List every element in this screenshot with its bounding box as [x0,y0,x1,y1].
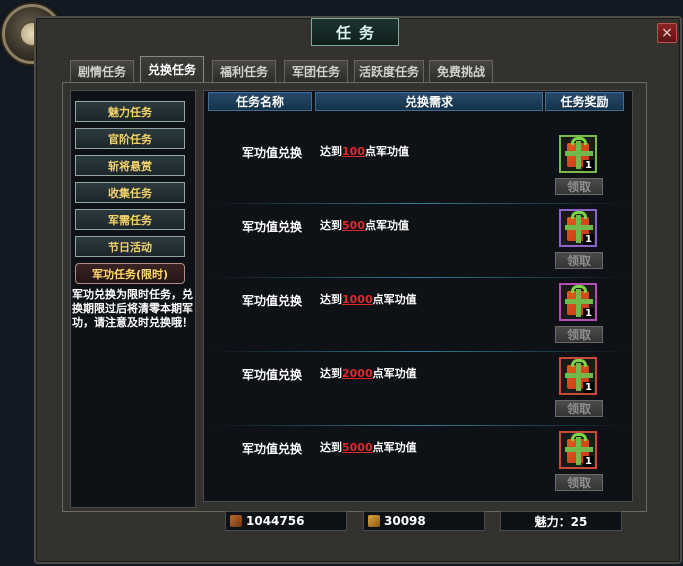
row-divider [210,351,628,352]
claim-button[interactable]: 领取 [555,178,603,195]
required-value: 5000 [342,441,373,454]
gift-box-icon[interactable]: 1 [559,357,597,395]
row-task-name: 军功值兑换 [241,368,302,382]
row-requirement: 达到500点军功值 [320,219,409,232]
reward-quantity: 1 [583,456,594,467]
merit-points-value: 1044756 [246,514,305,528]
row-task-name: 军功值兑换 [241,442,302,456]
reward-quantity: 1 [583,160,594,171]
gift-box-icon[interactable]: 1 [559,209,597,247]
gold-value: 30098 [384,514,426,528]
reward-quantity: 1 [583,308,594,319]
claim-button[interactable]: 领取 [555,400,603,417]
sidebar-item-bounty[interactable]: 斩将悬赏 [75,155,185,176]
row-task-name: 军功值兑换 [241,146,302,160]
row-requirement: 达到2000点军功值 [320,367,417,380]
tab-story[interactable]: 剧情任务 [70,60,134,82]
merit-points-display: 1044756 [225,511,347,531]
claim-button[interactable]: 领取 [555,474,603,491]
required-value: 100 [342,145,365,158]
tab-legion[interactable]: 军团任务 [284,60,348,82]
sidebar-item-rank[interactable]: 官阶任务 [75,128,185,149]
row-task-name: 军功值兑换 [241,294,302,308]
charm-value: 魅力：25 [534,514,588,529]
sidebar-item-merit-limited[interactable]: 军功任务(限时) [75,263,185,284]
row-divider [210,425,628,426]
charm-display: 魅力：25 [500,511,622,531]
claim-button[interactable]: 领取 [555,252,603,269]
merit-description: 军功兑换为限时任务，兑换期限过后将清零本期军功，请注意及时兑换哦！ [72,288,193,329]
reward-quantity: 1 [583,234,594,245]
sidebar-item-charm[interactable]: 魅力任务 [75,101,185,122]
header-task-name: 任务名称 [208,92,312,111]
tab-free-challenge[interactable]: 免费挑战 [429,60,493,82]
required-value: 2000 [342,367,373,380]
row-task-name: 军功值兑换 [241,220,302,234]
tab-welfare[interactable]: 福利任务 [212,60,276,82]
gift-box-icon[interactable]: 1 [559,135,597,173]
gold-ingot-icon [368,515,380,527]
reward-quantity: 1 [583,382,594,393]
row-requirement: 达到5000点军功值 [320,441,417,454]
tab-activity[interactable]: 活跃度任务 [354,60,424,82]
close-button[interactable]: × [657,23,677,43]
window-title: 任务 [311,18,399,46]
header-reward: 任务奖励 [545,92,624,111]
sidebar-item-supply[interactable]: 军需任务 [75,209,185,230]
gift-box-icon[interactable]: 1 [559,431,597,469]
row-requirement: 达到100点军功值 [320,145,409,158]
row-divider [210,203,628,204]
required-value: 500 [342,219,365,232]
tab-exchange[interactable]: 兑换任务 [140,56,204,82]
required-value: 1000 [342,293,373,306]
sidebar-item-collect[interactable]: 收集任务 [75,182,185,203]
header-requirement: 兑换需求 [315,92,543,111]
claim-button[interactable]: 领取 [555,326,603,343]
gold-display: 30098 [363,511,485,531]
merit-icon [230,515,242,527]
gift-box-icon[interactable]: 1 [559,283,597,321]
row-divider [210,277,628,278]
row-requirement: 达到1000点军功值 [320,293,417,306]
sidebar-item-festival[interactable]: 节日活动 [75,236,185,257]
